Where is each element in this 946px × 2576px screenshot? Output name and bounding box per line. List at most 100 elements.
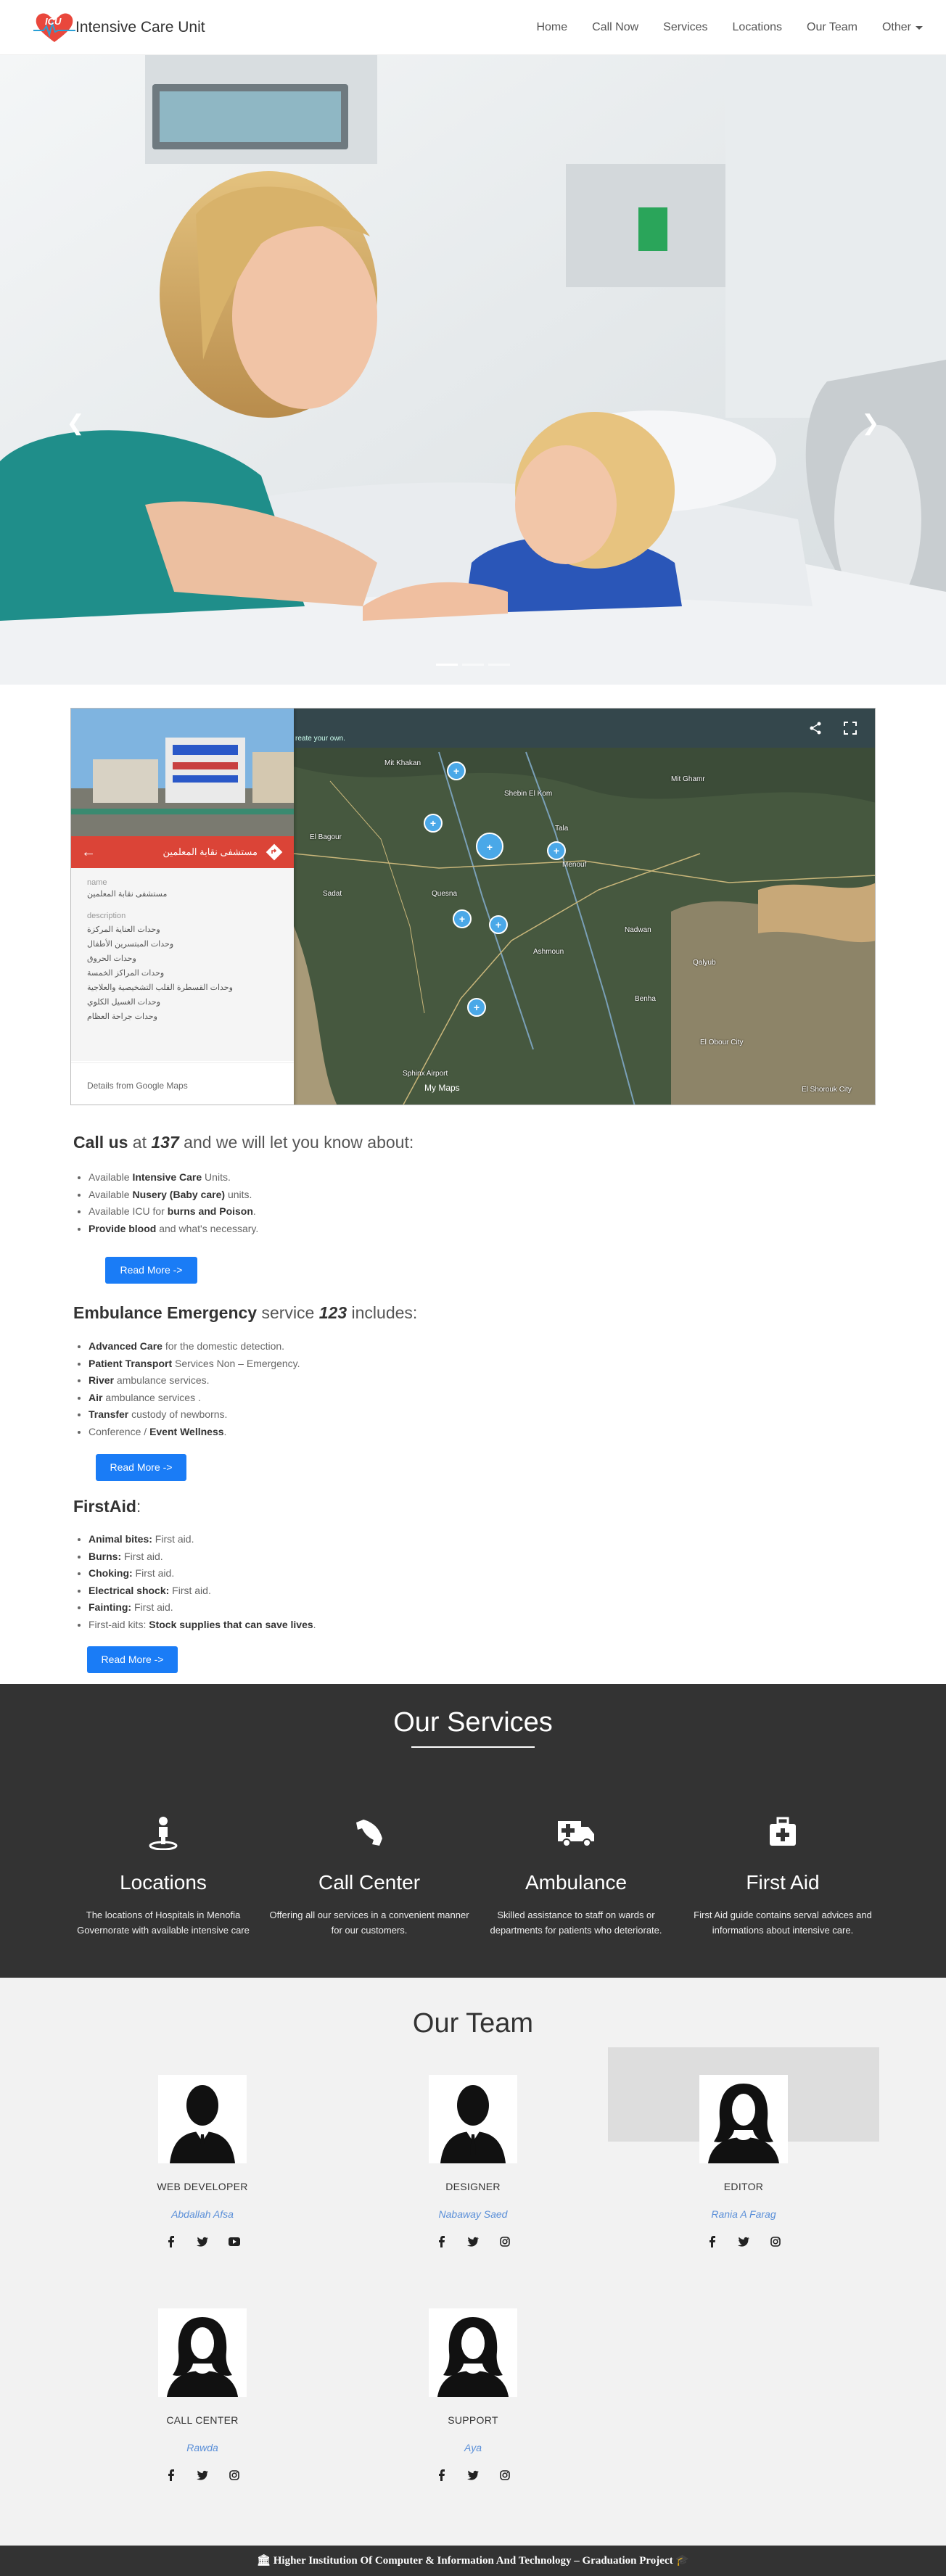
twitter-icon[interactable] [738, 2236, 749, 2247]
member-name[interactable]: Abdallah Afsa [130, 2208, 275, 2220]
facebook-icon[interactable] [165, 2236, 176, 2247]
service-call-center[interactable]: Call Center Offering all our services in… [268, 1815, 471, 1938]
facebook-icon[interactable] [435, 2236, 447, 2247]
twitter-icon[interactable] [197, 2236, 208, 2247]
nav-menu: Home Call Now Services Locations Our Tea… [511, 0, 923, 55]
call-us-read-more-button[interactable]: Read More -> [105, 1257, 197, 1284]
google-maps-details-link[interactable]: Details from Google Maps [71, 1062, 294, 1105]
list-item: Available ICU for burns and Poison. [89, 1203, 258, 1221]
description-line: وحدات الغسيل الكلوي [87, 998, 161, 1007]
list-item: Choking: First aid. [89, 1565, 316, 1582]
facebook-icon[interactable] [706, 2236, 717, 2247]
female-avatar-icon [429, 2308, 517, 2397]
call-us-heading: Call us at 137 and we will let you know … [73, 1133, 414, 1152]
ambulance-read-more-button[interactable]: Read More -> [96, 1454, 186, 1481]
map-place-label: Nadwan [625, 926, 651, 934]
nav-other-dropdown[interactable]: Other [882, 21, 923, 34]
firstaid-suffix: : [136, 1497, 141, 1516]
list-item: Air ambulance services . [89, 1390, 300, 1407]
svg-text:+: + [487, 841, 493, 853]
map-place-label: Sphinx Airport [403, 1070, 448, 1078]
service-first-aid[interactable]: First Aid First Aid guide contains serva… [681, 1815, 884, 1938]
list-item: Fainting: First aid. [89, 1599, 316, 1617]
facebook-icon[interactable] [165, 2469, 176, 2481]
map-place-panel: ← مستشفى نقابة المعلمين name مستشفى نقاب… [71, 709, 294, 1105]
member-name[interactable]: Nabaway Saed [400, 2208, 546, 2220]
social-links [130, 2469, 275, 2481]
map-canvas[interactable]: + + + + + + + reate your own. Mit Khakan Sheb… [293, 709, 875, 1105]
call-us-suffix: and we will let you know about: [178, 1133, 414, 1152]
firstaid-read-more-button[interactable]: Read More -> [87, 1646, 178, 1673]
nav-locations[interactable]: Locations [733, 21, 783, 34]
list-item: Conference / Event Wellness. [89, 1424, 300, 1441]
instagram-icon[interactable] [499, 2469, 511, 2481]
nav-services[interactable]: Services [663, 21, 707, 34]
list-item: Available Intensive Care Units. [89, 1169, 258, 1186]
firstaid-label: FirstAid [73, 1497, 136, 1516]
ambulance-number: 123 [318, 1303, 347, 1322]
map-place-label: Mit Ghamr [671, 775, 705, 783]
location-person-icon [62, 1815, 265, 1851]
description-label: description [87, 912, 126, 920]
carousel-next-button[interactable]: ❯ [856, 409, 885, 438]
team-heading: Our Team [412, 2008, 534, 2039]
fullscreen-icon[interactable] [842, 720, 858, 736]
ambulance-icon [474, 1815, 678, 1851]
service-locations[interactable]: Locations The locations of Hospitals in … [62, 1815, 265, 1938]
nav-home[interactable]: Home [536, 21, 567, 34]
twitter-icon[interactable] [467, 2236, 479, 2247]
service-title: First Aid [746, 1871, 820, 1894]
description-line: وحدات جراحة العظام [87, 1012, 157, 1021]
service-ambulance[interactable]: Ambulance Skilled assistance to staff on… [474, 1815, 678, 1938]
facebook-icon[interactable] [435, 2469, 447, 2481]
member-role: Web Developer [157, 2181, 248, 2192]
map-place-label: Shebin El Kom [504, 790, 553, 798]
nav-our-team[interactable]: Our Team [807, 21, 857, 34]
member-name[interactable]: Aya [400, 2442, 546, 2453]
map-place-label: El Obour City [700, 1039, 744, 1046]
instagram-icon[interactable] [229, 2469, 240, 2481]
map-place-label: Qalyub [693, 959, 716, 967]
list-item: Available Nusery (Baby care) units. [89, 1186, 258, 1204]
phone-icon [268, 1815, 471, 1851]
member-role: Editor [723, 2181, 764, 2192]
back-arrow-icon[interactable]: ← [81, 844, 96, 861]
team-member-card: Editor Rania A Farag [671, 2075, 816, 2247]
youtube-icon[interactable] [229, 2236, 240, 2247]
nav-call-now[interactable]: Call Now [592, 21, 638, 34]
service-description: Skilled assistance to staff on wards or … [490, 1910, 662, 1936]
service-title: Locations [120, 1871, 207, 1894]
carousel-indicator-1[interactable] [436, 664, 458, 666]
social-links [130, 2236, 275, 2247]
female-avatar-icon [158, 2308, 247, 2397]
carousel-prev-button[interactable]: ❮ [61, 409, 90, 438]
description-line: وحدات العناية المركزة [87, 925, 160, 934]
chevron-down-icon [916, 25, 923, 30]
footer: 🏛 Higher Institution Of Computer & Infor… [0, 2546, 946, 2576]
svg-text:+: + [495, 919, 501, 930]
chevron-right-icon: ❯ [861, 411, 880, 435]
member-name[interactable]: Rawda [130, 2442, 275, 2453]
social-links [671, 2236, 816, 2247]
svg-text:+: + [430, 817, 436, 829]
member-name[interactable]: Rania A Farag [671, 2208, 816, 2220]
instagram-icon[interactable] [499, 2236, 511, 2247]
brand[interactable]: ICU Intensive Care Unit [33, 10, 205, 45]
directions-icon[interactable] [265, 843, 284, 862]
google-map-embed[interactable]: + + + + + + + reate your own. Mit Khakan Sheb… [70, 708, 876, 1105]
service-description: The locations of Hospitals in Menofia Go… [77, 1910, 250, 1936]
svg-text:+: + [453, 765, 459, 777]
ambulance-middle: service [257, 1303, 319, 1322]
map-place-label: El Bagour [310, 833, 342, 841]
twitter-icon[interactable] [197, 2469, 208, 2481]
twitter-icon[interactable] [467, 2469, 479, 2481]
ambulance-heading: Embulance Emergency service 123 includes… [73, 1303, 417, 1323]
team-member-card: Designer Nabaway Saed [400, 2075, 546, 2247]
carousel-indicator-3[interactable] [488, 664, 510, 666]
share-icon[interactable] [807, 720, 823, 736]
map-place-label: Tala [555, 825, 569, 833]
description-line: وحدات القسطرة القلب التشخيصية والعلاجية [87, 983, 233, 992]
team-member-card: Web Developer Abdallah Afsa [130, 2075, 275, 2247]
instagram-icon[interactable] [770, 2236, 781, 2247]
carousel-indicator-2[interactable] [462, 664, 484, 666]
